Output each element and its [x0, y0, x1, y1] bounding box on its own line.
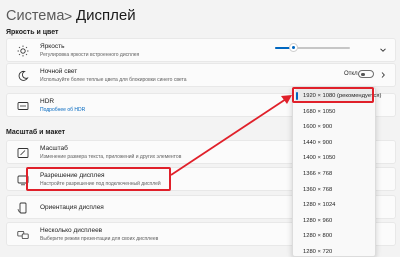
annotation-arrow [170, 95, 292, 176]
